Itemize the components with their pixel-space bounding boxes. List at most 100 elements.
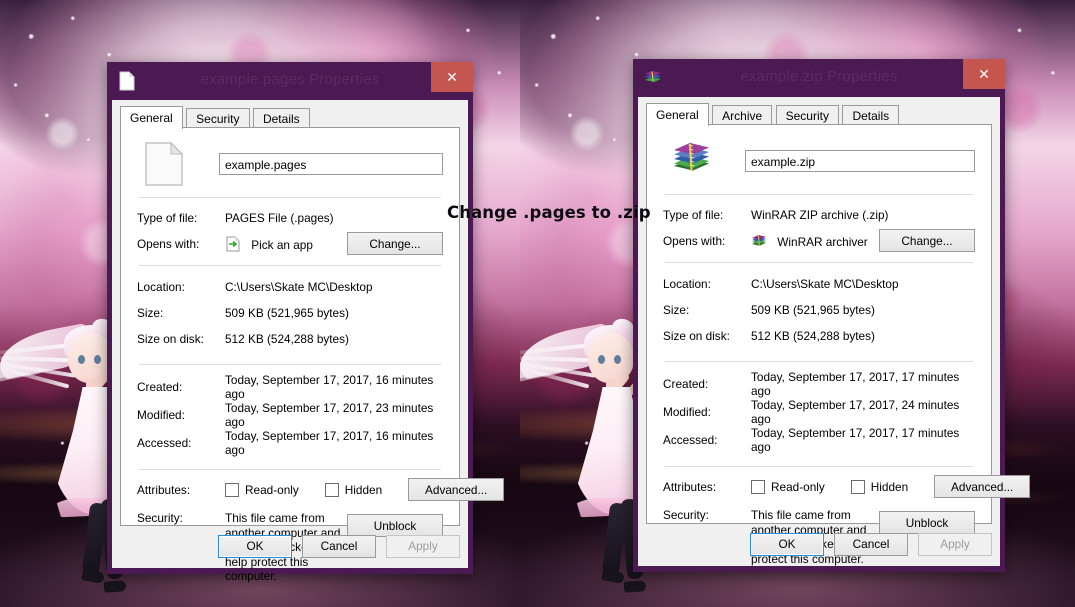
- attributes-row: Attributes: Read-only Hidden Advanced...: [137, 478, 505, 501]
- size-on-disk-value: 512 KB (524,288 bytes): [225, 332, 349, 346]
- readonly-label[interactable]: Read-only: [245, 483, 299, 497]
- tab-details[interactable]: Details: [842, 105, 900, 126]
- location-value: C:\Users\Skate MC\Desktop: [751, 277, 899, 291]
- dialog-footer-pages: OK Cancel Apply: [120, 530, 460, 562]
- hidden-label[interactable]: Hidden: [871, 480, 908, 494]
- cancel-button[interactable]: Cancel: [834, 532, 908, 556]
- created-row: Created: Today, September 17, 2017, 17 m…: [663, 370, 975, 398]
- character-eye-right: [614, 355, 621, 364]
- tab-general[interactable]: General: [646, 103, 709, 126]
- character-eye-left: [598, 355, 605, 364]
- change-button[interactable]: Change...: [879, 229, 975, 252]
- hidden-label[interactable]: Hidden: [345, 483, 382, 497]
- modified-value: Today, September 17, 2017, 23 minutes ag…: [225, 401, 434, 429]
- advanced-button[interactable]: Advanced...: [934, 475, 1031, 498]
- size-label: Size:: [137, 306, 164, 320]
- close-button[interactable]: ✕: [431, 62, 473, 92]
- location-label: Location:: [137, 280, 185, 294]
- opens-with-value: Pick an app: [251, 237, 313, 252]
- accessed-row: Accessed: Today, September 17, 2017, 16 …: [137, 429, 443, 457]
- file-name-row: example.zip: [663, 138, 975, 184]
- generic-file-icon: [145, 142, 183, 186]
- dialog-title: example.pages Properties: [200, 71, 380, 88]
- tab-archive[interactable]: Archive: [712, 105, 773, 126]
- winrar-archive-icon: [751, 233, 767, 249]
- created-row: Created: Today, September 17, 2017, 16 m…: [137, 373, 443, 401]
- readonly-checkbox[interactable]: [225, 482, 239, 497]
- security-label: Security:: [663, 508, 709, 522]
- location-value: C:\Users\Skate MC\Desktop: [225, 280, 373, 294]
- created-label: Created:: [137, 380, 183, 394]
- divider: [139, 265, 441, 266]
- opens-with-row: Opens with: WinRAR archiver Change...: [663, 229, 975, 252]
- hidden-checkbox[interactable]: [324, 482, 339, 497]
- character-shoe-right: [103, 580, 127, 593]
- accessed-value: Today, September 17, 2017, 17 minutes ag…: [751, 426, 960, 454]
- tab-details[interactable]: Details: [252, 108, 310, 129]
- size-on-disk-label: Size on disk:: [663, 329, 730, 343]
- tabstrip-zip: General Archive Security Details: [638, 97, 1000, 126]
- advanced-button[interactable]: Advanced...: [408, 478, 505, 501]
- size-on-disk-row: Size on disk: 512 KB (524,288 bytes): [137, 326, 443, 352]
- dialog-body-zip: General Archive Security Details example…: [638, 97, 1031, 566]
- divider: [665, 194, 973, 195]
- divider: [139, 469, 441, 470]
- titlebar-pages[interactable]: example.pages Properties ✕: [107, 62, 473, 100]
- size-on-disk-value: 512 KB (524,288 bytes): [751, 329, 875, 343]
- location-row: Location: C:\Users\Skate MC\Desktop: [137, 274, 443, 300]
- accessed-value: Today, September 17, 2017, 16 minutes ag…: [225, 429, 434, 457]
- filename-input[interactable]: example.pages: [219, 153, 443, 175]
- attributes-row: Attributes: Read-only Hidden Advanced...: [663, 475, 1031, 498]
- created-label: Created:: [663, 377, 709, 391]
- size-value: 509 KB (521,965 bytes): [751, 303, 875, 317]
- readonly-label[interactable]: Read-only: [771, 480, 825, 494]
- created-value: Today, September 17, 2017, 16 minutes ag…: [225, 373, 434, 401]
- size-row: Size: 509 KB (521,965 bytes): [663, 297, 975, 323]
- character-shoe-left: [81, 569, 105, 584]
- divider: [665, 361, 973, 362]
- apply-button[interactable]: Apply: [918, 532, 992, 556]
- tab-general[interactable]: General: [120, 106, 183, 129]
- readonly-checkbox[interactable]: [751, 479, 765, 494]
- location-row: Location: C:\Users\Skate MC\Desktop: [663, 271, 975, 297]
- accessed-label: Accessed:: [663, 433, 718, 447]
- modified-value: Today, September 17, 2017, 24 minutes ag…: [751, 398, 960, 426]
- modified-row: Modified: Today, September 17, 2017, 23 …: [137, 401, 443, 429]
- divider: [139, 364, 441, 365]
- ok-button[interactable]: OK: [750, 532, 824, 556]
- type-of-file-value: WinRAR ZIP archive (.zip): [751, 207, 889, 222]
- opens-with-row: Opens with: Pick an app Change...: [137, 232, 443, 255]
- cancel-button[interactable]: Cancel: [302, 534, 376, 558]
- winrar-archive-icon: [671, 139, 709, 183]
- general-panel-pages: example.pages Type of file: PAGES File (…: [120, 127, 505, 583]
- filename-input[interactable]: example.zip: [745, 150, 975, 172]
- type-of-file-value: PAGES File (.pages): [225, 210, 334, 225]
- character-eye-left: [78, 355, 85, 364]
- ok-button[interactable]: OK: [218, 534, 292, 558]
- file-name-row: example.pages: [137, 141, 443, 187]
- accessed-row: Accessed: Today, September 17, 2017, 17 …: [663, 426, 975, 454]
- hidden-checkbox[interactable]: [850, 479, 865, 494]
- change-button[interactable]: Change...: [347, 232, 443, 255]
- created-value: Today, September 17, 2017, 17 minutes ag…: [751, 370, 960, 398]
- dialog-footer-zip: OK Cancel Apply: [646, 528, 992, 560]
- divider: [665, 466, 973, 467]
- character-shoe-right: [623, 580, 647, 593]
- annotation-text: Change .pages to .zip: [447, 203, 651, 222]
- modified-label: Modified:: [663, 405, 711, 419]
- modified-row: Modified: Today, September 17, 2017, 24 …: [663, 398, 975, 426]
- attributes-label: Attributes:: [137, 482, 191, 497]
- tab-security[interactable]: Security: [186, 108, 250, 129]
- character-shoe-left: [601, 569, 625, 584]
- type-of-file-row: Type of file: PAGES File (.pages): [137, 206, 443, 229]
- close-button[interactable]: ✕: [963, 59, 1005, 89]
- divider: [665, 262, 973, 263]
- dialog-title: example.zip Properties: [740, 68, 898, 85]
- titlebar-zip[interactable]: example.zip Properties ✕: [633, 59, 1005, 97]
- location-label: Location:: [663, 277, 711, 291]
- tabstrip-pages: General Security Details: [112, 100, 468, 129]
- security-label: Security:: [137, 511, 183, 525]
- tab-security[interactable]: Security: [775, 105, 839, 126]
- apply-button[interactable]: Apply: [386, 534, 460, 558]
- divider: [139, 197, 441, 198]
